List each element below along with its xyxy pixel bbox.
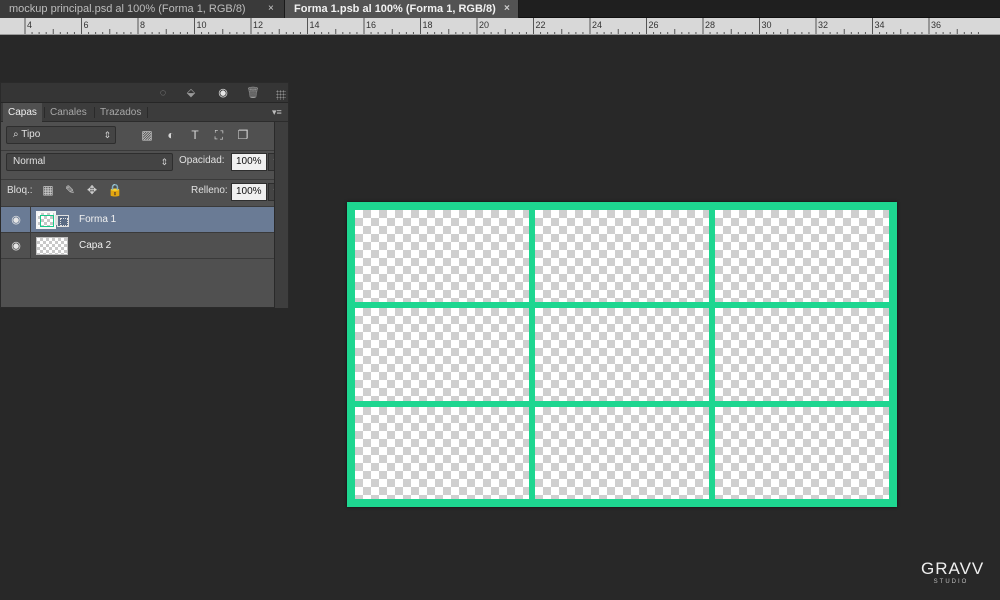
tab-trazados[interactable]: Trazados xyxy=(95,103,146,122)
marquee-icon[interactable]: ◌ xyxy=(154,85,172,101)
smart-object-filter-icon[interactable]: ❐ xyxy=(234,127,252,143)
document-tab-bar: mockup principal.psd al 100% (Forma 1, R… xyxy=(0,0,1000,18)
ruler-label: 14 xyxy=(310,20,320,30)
chevron-updown-icon: ⇕ xyxy=(160,157,168,167)
lock-all-icon[interactable]: 🔒 xyxy=(107,183,123,197)
shape-filter-icon[interactable]: ⛶ xyxy=(210,127,228,143)
filter-kind-select[interactable]: ⌕ Tipo ⇕ xyxy=(6,126,116,144)
lock-brush-icon[interactable]: ✎ xyxy=(62,183,78,197)
layer-row-capa-2[interactable]: ◉ Capa 2 xyxy=(1,233,274,259)
layer-name[interactable]: Capa 2 xyxy=(79,233,111,259)
document-tab-title: Forma 1.psb al 100% (Forma 1, RGB/8) xyxy=(294,3,496,15)
fill-input[interactable]: 100% xyxy=(231,183,267,201)
ruler-label: 10 xyxy=(197,20,207,30)
lock-transparency-icon[interactable]: ▦ xyxy=(40,183,56,197)
document-tab-forma[interactable]: Forma 1.psb al 100% (Forma 1, RGB/8) × xyxy=(285,0,519,18)
panel-tabs: Capas Canales Trazados ▾≡ xyxy=(1,103,288,123)
ruler-label: 34 xyxy=(875,20,885,30)
grid-cell xyxy=(535,210,709,303)
ruler-label: 20 xyxy=(479,20,489,30)
divider xyxy=(30,233,31,259)
grid-cell xyxy=(535,406,709,499)
blend-mode-value: Normal xyxy=(13,156,46,167)
opacity-label: Opacidad: xyxy=(179,155,225,166)
layer-thumbnail[interactable] xyxy=(36,237,68,255)
eye-icon[interactable]: ◉ xyxy=(5,212,27,228)
layer-thumbnail[interactable] xyxy=(36,211,56,229)
watermark-logo: GRAVV STUDIO xyxy=(921,559,985,590)
layer-name[interactable]: Forma 1 xyxy=(79,207,116,233)
blend-row: Normal ⇕ Opacidad: 100% ▼ xyxy=(1,151,288,179)
ruler-label: 16 xyxy=(366,20,376,30)
eye-icon[interactable]: ◉ xyxy=(5,238,27,254)
type-filter-icon[interactable]: T xyxy=(186,127,204,143)
grid-cell xyxy=(355,308,529,401)
ruler-label: 36 xyxy=(931,20,941,30)
trash-icon[interactable]: 🗑 xyxy=(244,85,262,101)
horizontal-ruler[interactable]: 4 6 8 10 12 14 16 18 20 22 24 26 28 30 32 34 36 xyxy=(0,18,1000,35)
ruler-label: 18 xyxy=(423,20,433,30)
logo-sub-text: STUDIO xyxy=(933,579,969,585)
layers-panel: ◌ ⬙ ◉ 🗑 Capas Canales Trazados ▾≡ ⌕ Tipo… xyxy=(0,82,289,308)
chevron-updown-icon: ⇕ xyxy=(103,130,111,140)
opacity-input[interactable]: 100% xyxy=(231,153,267,171)
ruler-label: 30 xyxy=(762,20,772,30)
filter-kind-value: Tipo xyxy=(21,129,41,140)
ruler-ticks: 4 6 8 10 12 14 16 18 20 22 24 26 28 30 32 34 36 xyxy=(24,18,979,34)
tab-capas[interactable]: Capas xyxy=(3,103,42,123)
lock-move-icon[interactable]: ✥ xyxy=(84,183,100,197)
grid-cell xyxy=(715,406,889,499)
image-filter-icon[interactable]: ▨ xyxy=(138,127,156,143)
panel-menu-icon[interactable]: ▾≡ xyxy=(272,107,284,117)
resize-grip-icon[interactable] xyxy=(276,90,286,100)
grid-cell xyxy=(355,210,529,303)
ruler-label: 32 xyxy=(818,20,828,30)
adjustment-filter-icon[interactable]: ◐ xyxy=(162,127,180,143)
document-tab-title: mockup principal.psd al 100% (Forma 1, R… xyxy=(9,3,246,15)
ruler-label: 6 xyxy=(84,20,89,30)
lock-label: Bloq.: xyxy=(7,185,33,196)
lock-row: Bloq.: ▦ ✎ ✥ 🔒 Relleno: 100% ▼ xyxy=(1,180,288,206)
divider xyxy=(30,207,31,233)
grid-cell xyxy=(535,308,709,401)
ruler-label: 4 xyxy=(27,20,32,30)
fill-label: Relleno: xyxy=(191,185,228,196)
layer-row-forma-1[interactable]: ◉ Forma 1 xyxy=(1,207,274,233)
ruler-label: 26 xyxy=(649,20,659,30)
ruler-label: 24 xyxy=(592,20,602,30)
tab-separator xyxy=(147,107,148,118)
vector-mask-icon[interactable] xyxy=(57,215,69,227)
ruler-label: 22 xyxy=(536,20,546,30)
eye-icon[interactable]: ◉ xyxy=(214,85,232,101)
close-icon[interactable]: × xyxy=(268,0,274,18)
document-canvas[interactable] xyxy=(347,202,897,507)
layers-scrollbar[interactable] xyxy=(274,122,288,308)
tab-canales[interactable]: Canales xyxy=(45,103,92,122)
logo-main-text: GRAVV xyxy=(921,559,985,578)
grid-cell xyxy=(355,406,529,499)
ruler-label: 12 xyxy=(253,20,263,30)
panel-top-bar: ◌ ⬙ ◉ 🗑 xyxy=(1,83,288,103)
close-icon[interactable]: × xyxy=(504,0,510,18)
ruler-label: 8 xyxy=(140,20,145,30)
blend-mode-select[interactable]: Normal ⇕ xyxy=(6,153,173,171)
document-tab-mockup[interactable]: mockup principal.psd al 100% (Forma 1, R… xyxy=(0,0,285,18)
filter-row: ⌕ Tipo ⇕ ▨ ◐ T ⛶ ❐ xyxy=(1,123,288,149)
grid-cell xyxy=(715,210,889,303)
fill-icon[interactable]: ⬙ xyxy=(182,85,200,101)
grid-cell xyxy=(715,308,889,401)
ruler-label: 28 xyxy=(705,20,715,30)
search-icon: ⌕ xyxy=(13,129,22,140)
